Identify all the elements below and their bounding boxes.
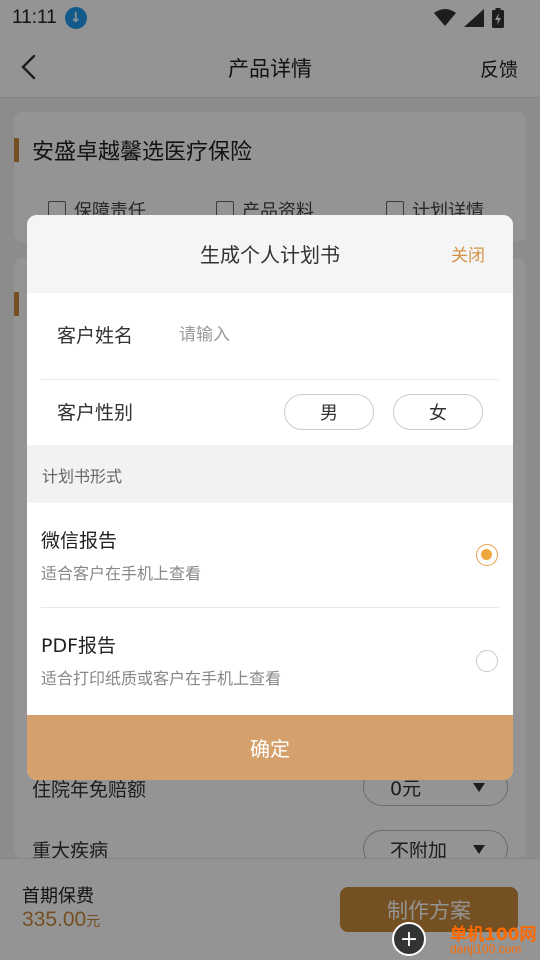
watermark-url: danji100.com bbox=[450, 942, 522, 956]
gender-female-button[interactable]: 女 bbox=[393, 394, 483, 430]
plus-circle-logo-icon: + bbox=[392, 922, 426, 956]
customer-gender-label: 客户性别 bbox=[57, 402, 134, 424]
divider bbox=[41, 607, 499, 608]
confirm-button[interactable]: 确定 bbox=[27, 715, 513, 780]
close-button[interactable]: 关闭 bbox=[451, 241, 485, 266]
wechat-report-desc: 适合客户在手机上查看 bbox=[41, 564, 202, 583]
format-section-label: 计划书形式 bbox=[42, 467, 123, 486]
gender-male-button[interactable]: 男 bbox=[284, 394, 374, 430]
dialog-title: 生成个人计划书 bbox=[200, 243, 340, 267]
pdf-report-title[interactable]: PDF报告 bbox=[41, 631, 116, 658]
format-section-header: 计划书形式 bbox=[27, 445, 513, 503]
customer-name-label: 客户姓名 bbox=[57, 325, 134, 347]
plan-dialog: 生成个人计划书 关闭 客户姓名 客户性别 男 女 计划书形式 微信报告 适合客户… bbox=[27, 215, 513, 780]
pdf-report-radio[interactable] bbox=[476, 650, 498, 672]
dialog-header: 生成个人计划书 关闭 bbox=[27, 215, 513, 293]
pdf-report-desc: 适合打印纸质或客户在手机上查看 bbox=[41, 669, 282, 688]
wechat-report-radio[interactable] bbox=[476, 544, 498, 566]
watermark: + 单机100网 danji100.com bbox=[392, 918, 540, 960]
wechat-report-title[interactable]: 微信报告 bbox=[41, 526, 117, 553]
divider bbox=[41, 379, 499, 380]
customer-name-input[interactable] bbox=[179, 321, 479, 349]
